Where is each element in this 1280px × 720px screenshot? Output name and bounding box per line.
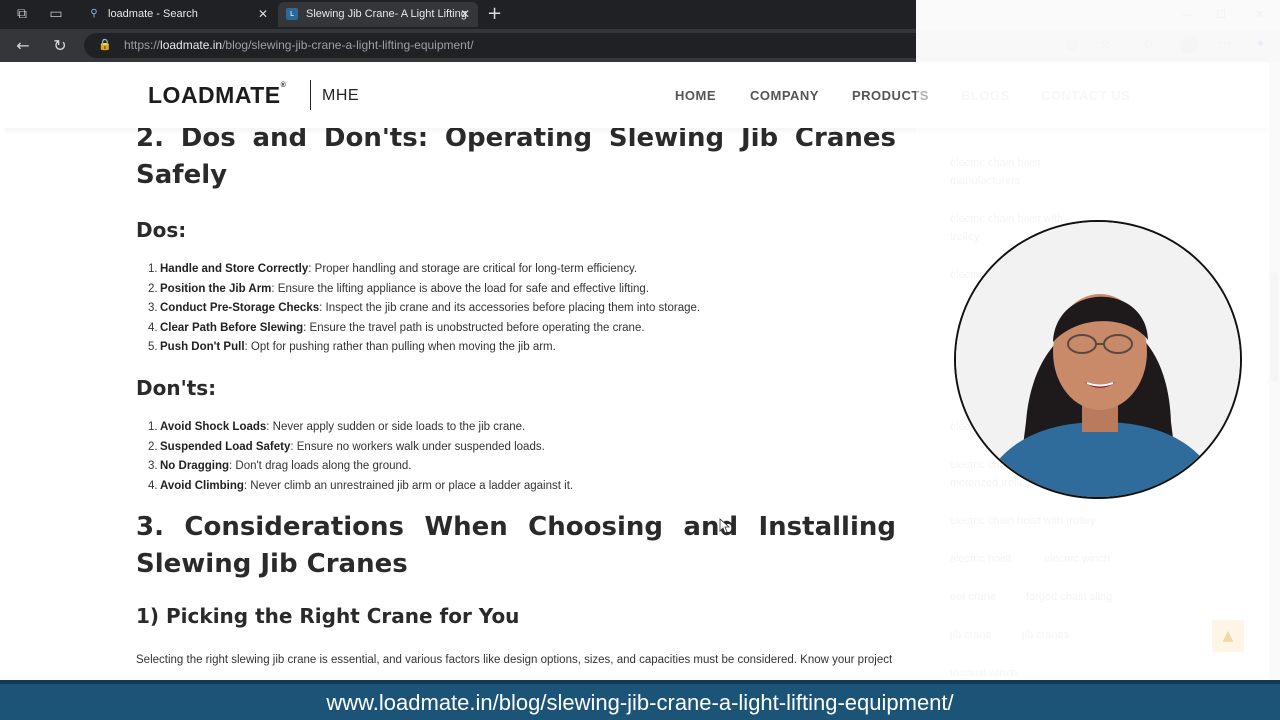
nav-products[interactable]: PRODUCTS bbox=[852, 88, 929, 103]
tab-actions-icon[interactable]: ▭ bbox=[48, 6, 64, 22]
workspaces-icon[interactable]: ⧉ bbox=[14, 6, 30, 22]
tag-link[interactable]: forged chain sling bbox=[1026, 588, 1112, 606]
tag-link[interactable]: eot crane bbox=[950, 588, 996, 606]
logo-sub: MHE bbox=[322, 87, 360, 104]
favorites-icon[interactable]: ✩ bbox=[1143, 37, 1154, 52]
minimize-icon[interactable]: — bbox=[1182, 8, 1193, 21]
browser-toolbar: ← ↻ 🔒 https://loadmate.in/blog/slewing-j… bbox=[0, 29, 1280, 62]
new-tab-icon[interactable]: + bbox=[487, 4, 502, 24]
list-item: 5. Push Don't Pull: Opt for pushing rathe… bbox=[148, 341, 556, 353]
browser-titlebar: ⧉ ▭ ⚲ loadmate - Search ✕ L Slewing Jib … bbox=[0, 0, 1280, 29]
loadmate-favicon-icon: L bbox=[286, 8, 298, 20]
logo-divider bbox=[310, 80, 311, 110]
maximize-icon[interactable]: ☐ bbox=[1216, 8, 1226, 21]
tag-link[interactable]: electric hoist bbox=[950, 550, 1011, 568]
scrollbar-thumb[interactable] bbox=[1271, 272, 1278, 382]
page-scrollbar[interactable] bbox=[1269, 62, 1280, 680]
search-icon: ⚲ bbox=[90, 8, 98, 19]
presenter-webcam bbox=[954, 220, 1242, 499]
copilot-icon[interactable]: ✦ bbox=[1255, 37, 1266, 52]
site-header: LOADMATE® MHE HOME COMPANY PRODUCTS BLOG… bbox=[4, 62, 1269, 128]
tag-link[interactable]: electric chain hoist manufacturers bbox=[950, 154, 1070, 190]
back-icon[interactable]: ← bbox=[13, 36, 33, 56]
donts-list: 1. Avoid Shock Loads: Never apply sudden … bbox=[136, 418, 896, 496]
tab-slewing-jib-crane[interactable]: L Slewing Jib Crane- A Light Lifting ✕ bbox=[278, 2, 478, 27]
list-item: 2. Suspended Load Safety: Ensure no worke… bbox=[148, 440, 545, 453]
reader-icon[interactable]: ◎ bbox=[1066, 37, 1077, 52]
nav-home[interactable]: HOME bbox=[675, 88, 716, 103]
dos-heading: Dos: bbox=[136, 218, 187, 242]
nav-contact-us[interactable]: CONTACT US bbox=[1041, 88, 1130, 103]
close-tab-icon[interactable]: ✕ bbox=[458, 2, 472, 27]
list-item: 1. Avoid Shock Loads: Never apply sudden … bbox=[148, 421, 526, 433]
tag-link[interactable]: electric chain hoist with trolley bbox=[950, 512, 1096, 530]
list-item: 2. Position the Jib Arm: Ensure the lifti… bbox=[148, 282, 649, 295]
list-item: 3. No Dragging: Don't drag loads along th… bbox=[148, 460, 412, 472]
url-caption-banner: www.loadmate.in/blog/slewing-jib-crane-a… bbox=[0, 680, 1280, 720]
mouse-cursor-icon bbox=[719, 518, 731, 534]
favorite-star-icon[interactable]: ☆ bbox=[1099, 37, 1111, 52]
tab-title: Slewing Jib Crane- A Light Lifting bbox=[306, 8, 467, 20]
address-bar[interactable]: 🔒 https://loadmate.in/blog/slewing-jib-c… bbox=[84, 33, 916, 58]
scroll-to-top-button[interactable]: ▲ bbox=[1212, 620, 1244, 652]
url-text: https://loadmate.in/blog/slewing-jib-cra… bbox=[124, 38, 474, 52]
tab-title: loadmate - Search bbox=[108, 8, 198, 20]
dos-list: 1. Handle and Store Correctly: Proper han… bbox=[136, 260, 896, 358]
tag-link[interactable]: jib cranes bbox=[1022, 626, 1069, 644]
profile-avatar-icon[interactable] bbox=[1180, 36, 1198, 54]
section2-heading: 2. Dos and Don'ts: Operating Slewing Jib… bbox=[136, 123, 896, 190]
more-menu-icon[interactable]: ··· bbox=[1219, 37, 1231, 52]
site-logo[interactable]: LOADMATE® bbox=[148, 82, 286, 109]
close-window-icon[interactable]: ✕ bbox=[1255, 8, 1264, 21]
donts-heading: Don'ts: bbox=[136, 376, 217, 400]
list-item: 3. Conduct Pre-Storage Checks: Inspect th… bbox=[148, 302, 701, 314]
section3-heading: 3. Considerations When Choosing and Inst… bbox=[136, 512, 896, 579]
tag-link[interactable]: electric winch bbox=[1044, 550, 1110, 568]
list-item: 4. Avoid Climbing: Never climb an unrestr… bbox=[148, 479, 574, 492]
refresh-icon[interactable]: ↻ bbox=[50, 36, 70, 56]
close-tab-icon[interactable]: ✕ bbox=[256, 2, 270, 27]
tab-loadmate-search[interactable]: ⚲ loadmate - Search ✕ bbox=[80, 2, 276, 27]
list-item: 4. Clear Path Before Slewing: Ensure the … bbox=[148, 321, 645, 334]
subsection-heading: 1) Picking the Right Crane for You bbox=[136, 604, 520, 628]
nav-blogs[interactable]: BLOGS bbox=[961, 88, 1010, 103]
article-paragraph: Selecting the right slewing jib crane is… bbox=[136, 654, 893, 666]
list-item: 1. Handle and Store Correctly: Proper han… bbox=[148, 263, 638, 275]
caption-text: www.loadmate.in/blog/slewing-jib-crane-a… bbox=[326, 690, 954, 715]
nav-company[interactable]: COMPANY bbox=[750, 88, 819, 103]
tag-link[interactable]: manual winch bbox=[950, 664, 1017, 680]
lock-icon: 🔒 bbox=[98, 38, 112, 51]
presenter-image bbox=[956, 222, 1240, 497]
tag-link[interactable]: jib crane bbox=[950, 626, 992, 644]
